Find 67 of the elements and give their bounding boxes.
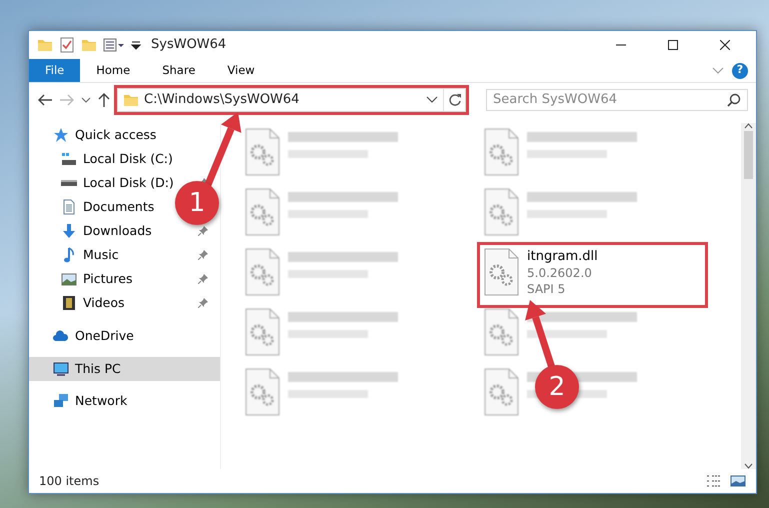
- search-icon: [727, 93, 741, 107]
- ribbon-tab[interactable]: Home: [80, 59, 146, 82]
- up-icon[interactable]: [97, 92, 111, 108]
- address-path: C:\Windows\SysWOW64: [144, 91, 300, 110]
- dll-file-icon: [244, 248, 280, 296]
- window-title: SysWOW64: [151, 36, 226, 54]
- recent-locations-icon[interactable]: [81, 96, 91, 104]
- document-icon: [61, 199, 77, 215]
- item-count: 100 items: [39, 473, 100, 490]
- dll-file-icon: [244, 308, 280, 356]
- file-tile[interactable]: itngram.dll 5.0.2602.0 SAPI 5: [480, 245, 705, 305]
- ribbon-tab[interactable]: Share: [146, 59, 212, 82]
- scroll-up-icon: [744, 123, 753, 129]
- pin-icon: [198, 250, 208, 260]
- star-icon: [53, 127, 69, 143]
- vertical-scrollbar[interactable]: [741, 123, 756, 469]
- download-icon: [61, 223, 77, 239]
- network-icon: [53, 393, 69, 409]
- maximize-icon: [668, 40, 678, 50]
- file-detail: SAPI 5: [527, 281, 566, 297]
- refresh-icon: [448, 93, 462, 107]
- nav-item[interactable]: OneDrive: [29, 324, 220, 348]
- file-detail: 5.0.2602.0: [527, 265, 593, 281]
- drive-icon: [61, 179, 77, 187]
- properties-icon[interactable]: [103, 37, 125, 53]
- picture-icon: [61, 271, 77, 287]
- dropdown-icon[interactable]: [426, 96, 438, 104]
- pin-icon: [198, 298, 208, 308]
- search-placeholder: Search SysWOW64: [493, 91, 618, 110]
- nav-item[interactable]: Pictures: [29, 267, 220, 291]
- annotation-arrow: [525, 300, 556, 370]
- nav-item[interactable]: Music: [29, 243, 220, 267]
- folder-icon: [123, 92, 139, 108]
- nav-item[interactable]: Videos: [29, 291, 220, 315]
- scrollbar-thumb[interactable]: [744, 131, 753, 179]
- dll-file-icon: [483, 188, 519, 236]
- pin-icon: [198, 226, 208, 236]
- expand-ribbon-icon[interactable]: [712, 66, 724, 74]
- nav-item[interactable]: Local Disk (C:): [29, 147, 220, 171]
- ribbon-tab[interactable]: View: [211, 59, 271, 82]
- film-icon: [61, 295, 77, 311]
- monitor-icon: [53, 361, 69, 377]
- details-view-icon[interactable]: [706, 474, 722, 488]
- close-icon: [720, 40, 730, 50]
- file-menu-tab[interactable]: File: [29, 59, 80, 82]
- dll-file-icon: [483, 128, 519, 176]
- dll-file-icon: [483, 308, 519, 356]
- help-button[interactable]: ?: [732, 62, 748, 78]
- back-icon[interactable]: [37, 93, 53, 107]
- dll-file-icon: [244, 368, 280, 416]
- music-note-icon: [61, 247, 77, 263]
- scroll-down-icon: [744, 463, 753, 469]
- drive-icon: [61, 151, 77, 167]
- file-name: itngram.dll: [527, 248, 598, 265]
- dll-file-icon: [244, 128, 280, 176]
- nav-item[interactable]: Network: [29, 389, 220, 413]
- checklist-icon[interactable]: [59, 37, 75, 53]
- cloud-icon: [53, 328, 69, 344]
- pin-icon: [198, 274, 208, 284]
- nav-item[interactable]: Quick access: [29, 123, 220, 147]
- large-icons-view-icon[interactable]: [730, 474, 746, 488]
- dll-file-icon: [244, 188, 280, 236]
- address-bar[interactable]: C:\Windows\SysWOW64: [117, 88, 466, 112]
- nav-item[interactable]: This PC: [29, 357, 220, 381]
- search-field[interactable]: Search SysWOW64: [486, 89, 748, 111]
- dll-file-icon: [483, 248, 519, 296]
- dll-file-icon: [483, 368, 519, 416]
